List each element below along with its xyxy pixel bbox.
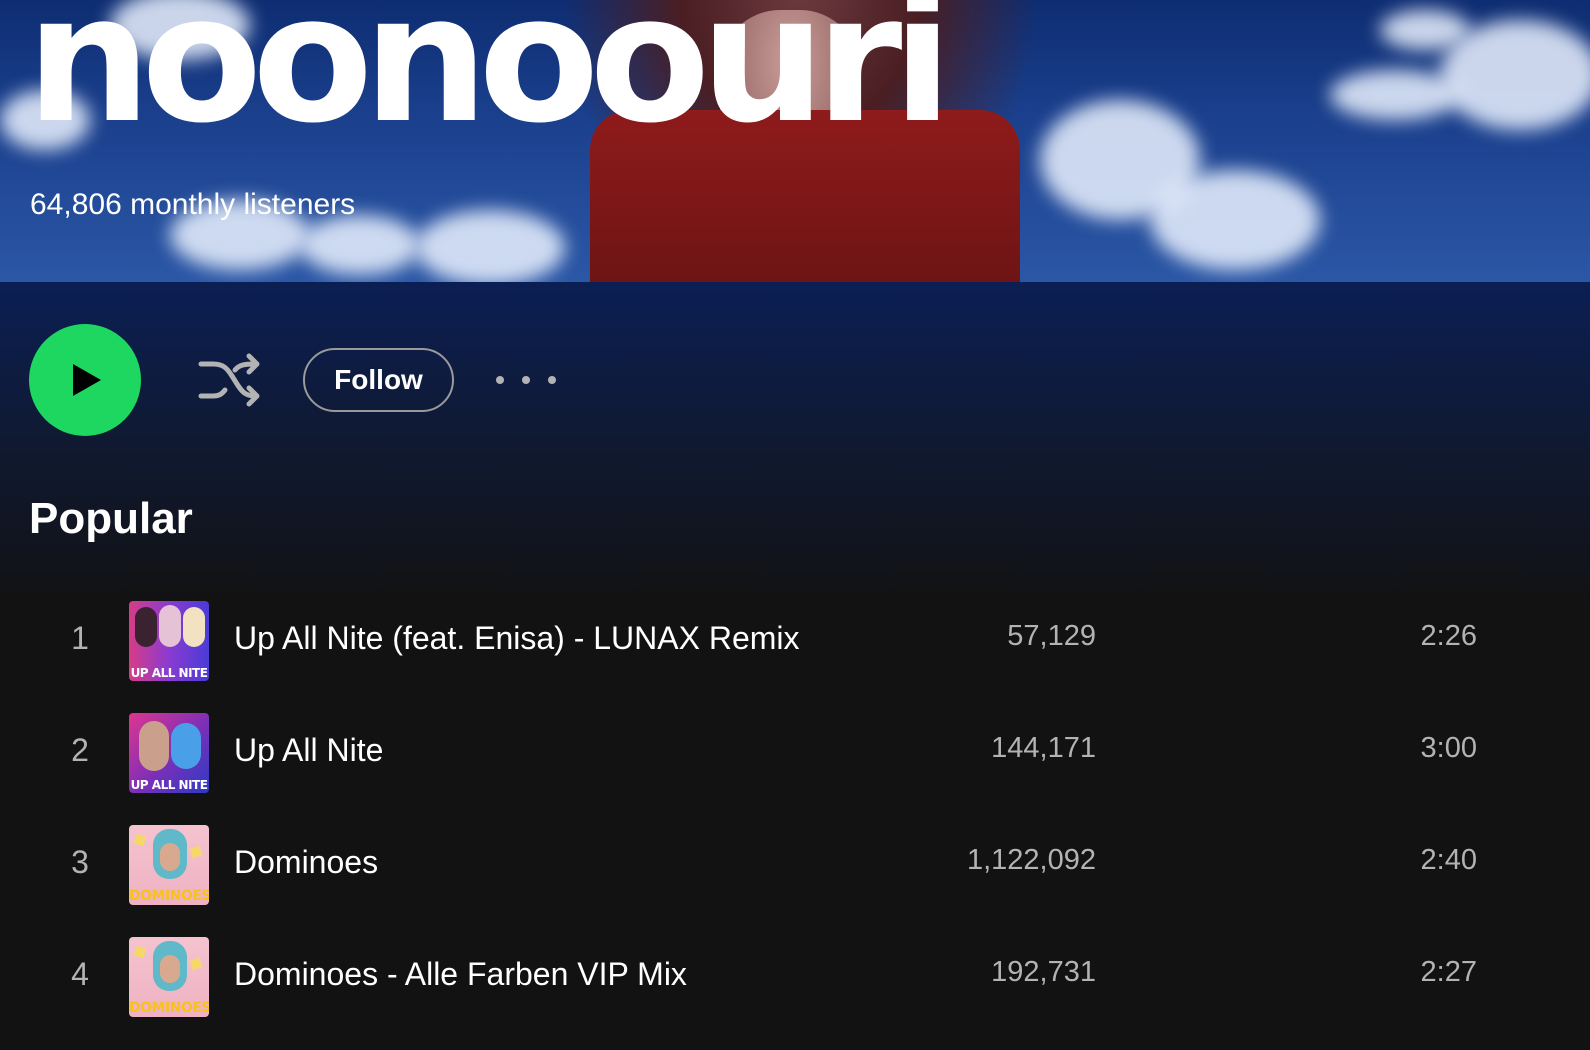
track-rank: 3 bbox=[71, 844, 89, 880]
artist-hero-banner: noonoouri 64,806 monthly listeners bbox=[0, 0, 1590, 282]
track-cover: UP ALL NITE bbox=[129, 601, 209, 681]
track-cover: DOMINOES bbox=[129, 937, 209, 1017]
artist-name: noonoouri bbox=[26, 0, 953, 162]
track-title[interactable]: Up All Nite bbox=[234, 732, 383, 769]
track-plays: 1,122,092 bbox=[966, 844, 1096, 876]
track-rank: 4 bbox=[71, 956, 89, 992]
track-cover-text: DOMINOES bbox=[129, 1000, 209, 1016]
track-rank: 1 bbox=[71, 620, 89, 656]
track-duration: 2:26 bbox=[1420, 620, 1477, 652]
cloud-decoration bbox=[1380, 10, 1470, 50]
track-duration: 3:00 bbox=[1420, 732, 1477, 764]
more-options-icon bbox=[496, 376, 504, 384]
cloud-decoration bbox=[1150, 170, 1320, 270]
track-plays: 144,171 bbox=[991, 732, 1096, 764]
track-title[interactable]: Dominoes bbox=[234, 844, 378, 881]
track-cover: UP ALL NITE bbox=[129, 713, 209, 793]
track-cover-text: DOMINOES bbox=[129, 888, 209, 904]
track-row[interactable]: 2 UP ALL NITE Up All Nite 144,171 3:00 bbox=[0, 708, 1590, 820]
track-duration: 2:40 bbox=[1420, 844, 1477, 876]
track-rank: 2 bbox=[71, 732, 89, 768]
shuffle-button[interactable] bbox=[197, 350, 263, 408]
track-row[interactable]: 3 DOMINOES Dominoes 1,122,092 2:40 bbox=[0, 820, 1590, 932]
monthly-listeners: 64,806 monthly listeners bbox=[30, 188, 356, 221]
track-cover: DOMINOES bbox=[129, 825, 209, 905]
track-title[interactable]: Up All Nite (feat. Enisa) - LUNAX Remix bbox=[234, 620, 800, 657]
popular-track-list: 1 UP ALL NITE Up All Nite (feat. Enisa) … bbox=[0, 596, 1590, 1044]
track-cover-text: UP ALL NITE bbox=[130, 666, 208, 680]
shuffle-icon bbox=[198, 353, 260, 407]
follow-button[interactable]: Follow bbox=[303, 348, 454, 412]
track-plays: 192,731 bbox=[991, 956, 1096, 988]
track-duration: 2:27 bbox=[1420, 956, 1477, 988]
track-row[interactable]: 4 DOMINOES Dominoes - Alle Farben VIP Mi… bbox=[0, 932, 1590, 1044]
section-title-popular: Popular bbox=[29, 494, 193, 543]
play-button[interactable] bbox=[29, 324, 141, 436]
track-plays: 57,129 bbox=[1007, 620, 1096, 652]
play-icon bbox=[73, 364, 101, 396]
cloud-decoration bbox=[300, 215, 420, 275]
track-cover-text: UP ALL NITE bbox=[130, 778, 208, 792]
cloud-decoration bbox=[415, 210, 565, 282]
track-title[interactable]: Dominoes - Alle Farben VIP Mix bbox=[234, 956, 687, 993]
track-row[interactable]: 1 UP ALL NITE Up All Nite (feat. Enisa) … bbox=[0, 596, 1590, 708]
more-options-button[interactable] bbox=[496, 366, 556, 394]
